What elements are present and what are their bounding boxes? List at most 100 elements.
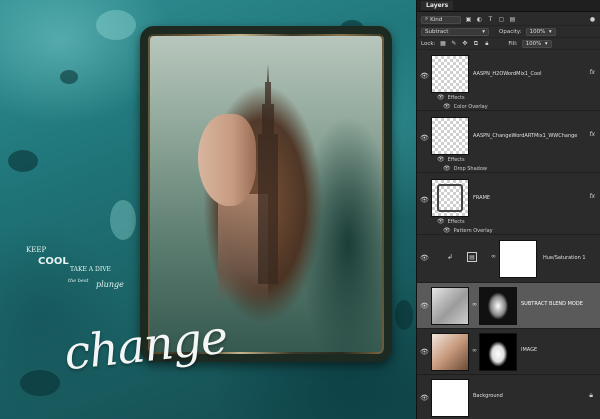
layer-item-selected[interactable]: 👁︎ ∞ SUBTRACT BLEND MODE [417,283,600,329]
link-icon[interactable]: ∞ [491,253,496,260]
layer-item[interactable]: 👁︎ ∞ IMAGE [417,329,600,375]
layer-mask-thumbnail[interactable] [479,333,517,371]
visibility-eye-icon[interactable]: 👁︎ [437,94,445,101]
effects-row[interactable]: 👁︎ Effects [437,94,465,101]
effect-row[interactable]: 👁︎ Drop Shadow [443,165,487,172]
visibility-eye-icon[interactable]: 👁︎ [420,255,429,262]
layer-item[interactable]: 👁︎ ↲ ▤ ∞ Hue/Saturation 1 [417,235,600,283]
visibility-eye-icon[interactable]: 👁︎ [420,73,429,80]
word-art-text: plunge [96,280,124,289]
filter-type-icon[interactable]: T [487,16,494,23]
layer-thumbnail [431,55,469,93]
effect-name: Color Overlay [453,103,488,110]
layer-thumbnail [431,287,469,325]
effects-row[interactable]: 👁︎ Effects [437,218,465,225]
panel-header: Layers [417,0,600,12]
clip-arrow-icon: ↲ [447,253,453,261]
effects-label: Effects [447,94,465,101]
layer-thumbnail [431,179,469,217]
filter-adjustment-icon[interactable]: ◐ [476,16,483,23]
layer-thumbnail [431,333,469,371]
frame-thumbnail-outline [437,184,463,212]
chevron-down-icon: ▾ [482,28,485,35]
layer-name[interactable]: SUBTRACT BLEND MODE [521,301,583,307]
skyline-silhouette [258,64,278,284]
frame-edge [148,34,384,36]
blend-mode-select[interactable]: Subtract ▾ [421,27,489,36]
layer-mask-thumbnail[interactable] [499,240,537,278]
paint-splatter [110,200,136,240]
paint-splatter [60,70,78,84]
link-icon[interactable]: ∞ [472,347,477,354]
filter-kind-select[interactable]: ⌕ Kind [421,15,461,24]
paint-splatter [395,300,413,330]
layer-item[interactable]: 👁︎ FRAME fx 👁︎ Effects 👁︎ Pattern Overla… [417,173,600,235]
layer-thumbnail [431,379,469,417]
layer-mask-thumbnail[interactable] [479,287,517,325]
visibility-eye-icon[interactable]: 👁︎ [420,135,429,142]
effect-row[interactable]: 👁︎ Color Overlay [443,103,488,110]
fill-label: Fill: [508,40,518,47]
layer-name[interactable]: AASPN_ChangeWordARTMix1_WWChange [473,133,577,139]
layer-item[interactable]: 👁︎ AASPN_ChangeWordARTMix1_WWChange fx 👁… [417,111,600,173]
word-art-text: KEEP [26,246,47,254]
blend-row: Subtract ▾ Opacity: 100% ▾ [417,26,600,38]
adjustment-layer-icon[interactable]: ▤ [467,252,477,262]
layer-name[interactable]: FRAME [473,195,490,201]
effect-name: Pattern Overlay [453,227,493,234]
blend-mode-value: Subtract [425,28,449,35]
fx-icon[interactable]: fx [589,69,595,76]
visibility-eye-icon[interactable]: 👁︎ [420,395,429,402]
lock-transparent-icon[interactable]: ▦ [439,40,446,47]
fx-icon[interactable]: fx [589,131,595,138]
opacity-input[interactable]: 100% ▾ [525,27,556,36]
tab-layers[interactable]: Layers [421,1,454,10]
visibility-eye-icon[interactable]: 👁︎ [420,303,429,310]
layer-list: 👁︎ AASPN_H2OWordMix1_Cool fx 👁︎ Effects … [417,49,600,419]
lock-label: Lock: [421,40,436,47]
search-icon: ⌕ [425,16,429,22]
lock-icon[interactable]: 🔒︎ [589,391,593,400]
lock-brush-icon[interactable]: ✎ [450,40,457,47]
word-art-text: TAKE A DIVE [70,266,111,273]
visibility-eye-icon[interactable]: 👁︎ [437,156,445,163]
visibility-eye-icon[interactable]: 👁︎ [443,227,451,234]
filter-pixel-icon[interactable]: ▣ [465,16,472,23]
layer-item[interactable]: 👁︎ AASPN_H2OWordMix1_Cool fx 👁︎ Effects … [417,49,600,111]
visibility-eye-icon[interactable]: 👁︎ [420,197,429,204]
filter-smart-object-icon[interactable]: ▤ [509,16,516,23]
effects-label: Effects [447,218,465,225]
layer-name[interactable]: Hue/Saturation 1 [543,255,586,261]
layer-name[interactable]: AASPN_H2OWordMix1_Cool [473,71,541,77]
paint-splatter [96,10,136,40]
layer-name[interactable]: IMAGE [521,347,537,353]
fill-value: 100% [525,40,542,47]
fx-icon[interactable]: fx [589,193,595,200]
effect-row[interactable]: 👁︎ Pattern Overlay [443,227,493,234]
lock-artboard-icon[interactable]: ⧉ [472,40,479,47]
fill-input[interactable]: 100% ▾ [521,39,552,48]
filter-toggle-icon[interactable]: ● [589,16,596,23]
visibility-eye-icon[interactable]: 👁︎ [443,103,451,110]
layers-panel: Layers ⌕ Kind ▣ ◐ T ▢ ▤ ● Subtract ▾ Opa… [416,0,600,419]
filter-shape-icon[interactable]: ▢ [498,16,505,23]
word-art-text: the best [68,278,89,284]
artwork-canvas[interactable]: KEEP COOL TAKE A DIVE the best plunge ch… [0,0,416,419]
paint-splatter [8,150,38,172]
layer-item[interactable]: 👁︎ Background 🔒︎ [417,375,600,419]
lock-all-icon[interactable]: 🔒︎ [483,40,490,47]
word-art-text: COOL [38,256,69,267]
visibility-eye-icon[interactable]: 👁︎ [443,165,451,172]
opacity-value: 100% [529,28,546,35]
lock-move-icon[interactable]: ✥ [461,40,468,47]
photo-frame [140,26,392,362]
layer-thumbnail [431,117,469,155]
effect-name: Drop Shadow [453,165,487,172]
chevron-down-icon: ▾ [548,28,552,35]
link-icon[interactable]: ∞ [472,301,477,308]
visibility-eye-icon[interactable]: 👁︎ [420,349,429,356]
word-art-cluster: KEEP COOL TAKE A DIVE the best plunge [26,240,146,310]
layer-name[interactable]: Background [473,393,503,399]
visibility-eye-icon[interactable]: 👁︎ [437,218,445,225]
effects-row[interactable]: 👁︎ Effects [437,156,465,163]
